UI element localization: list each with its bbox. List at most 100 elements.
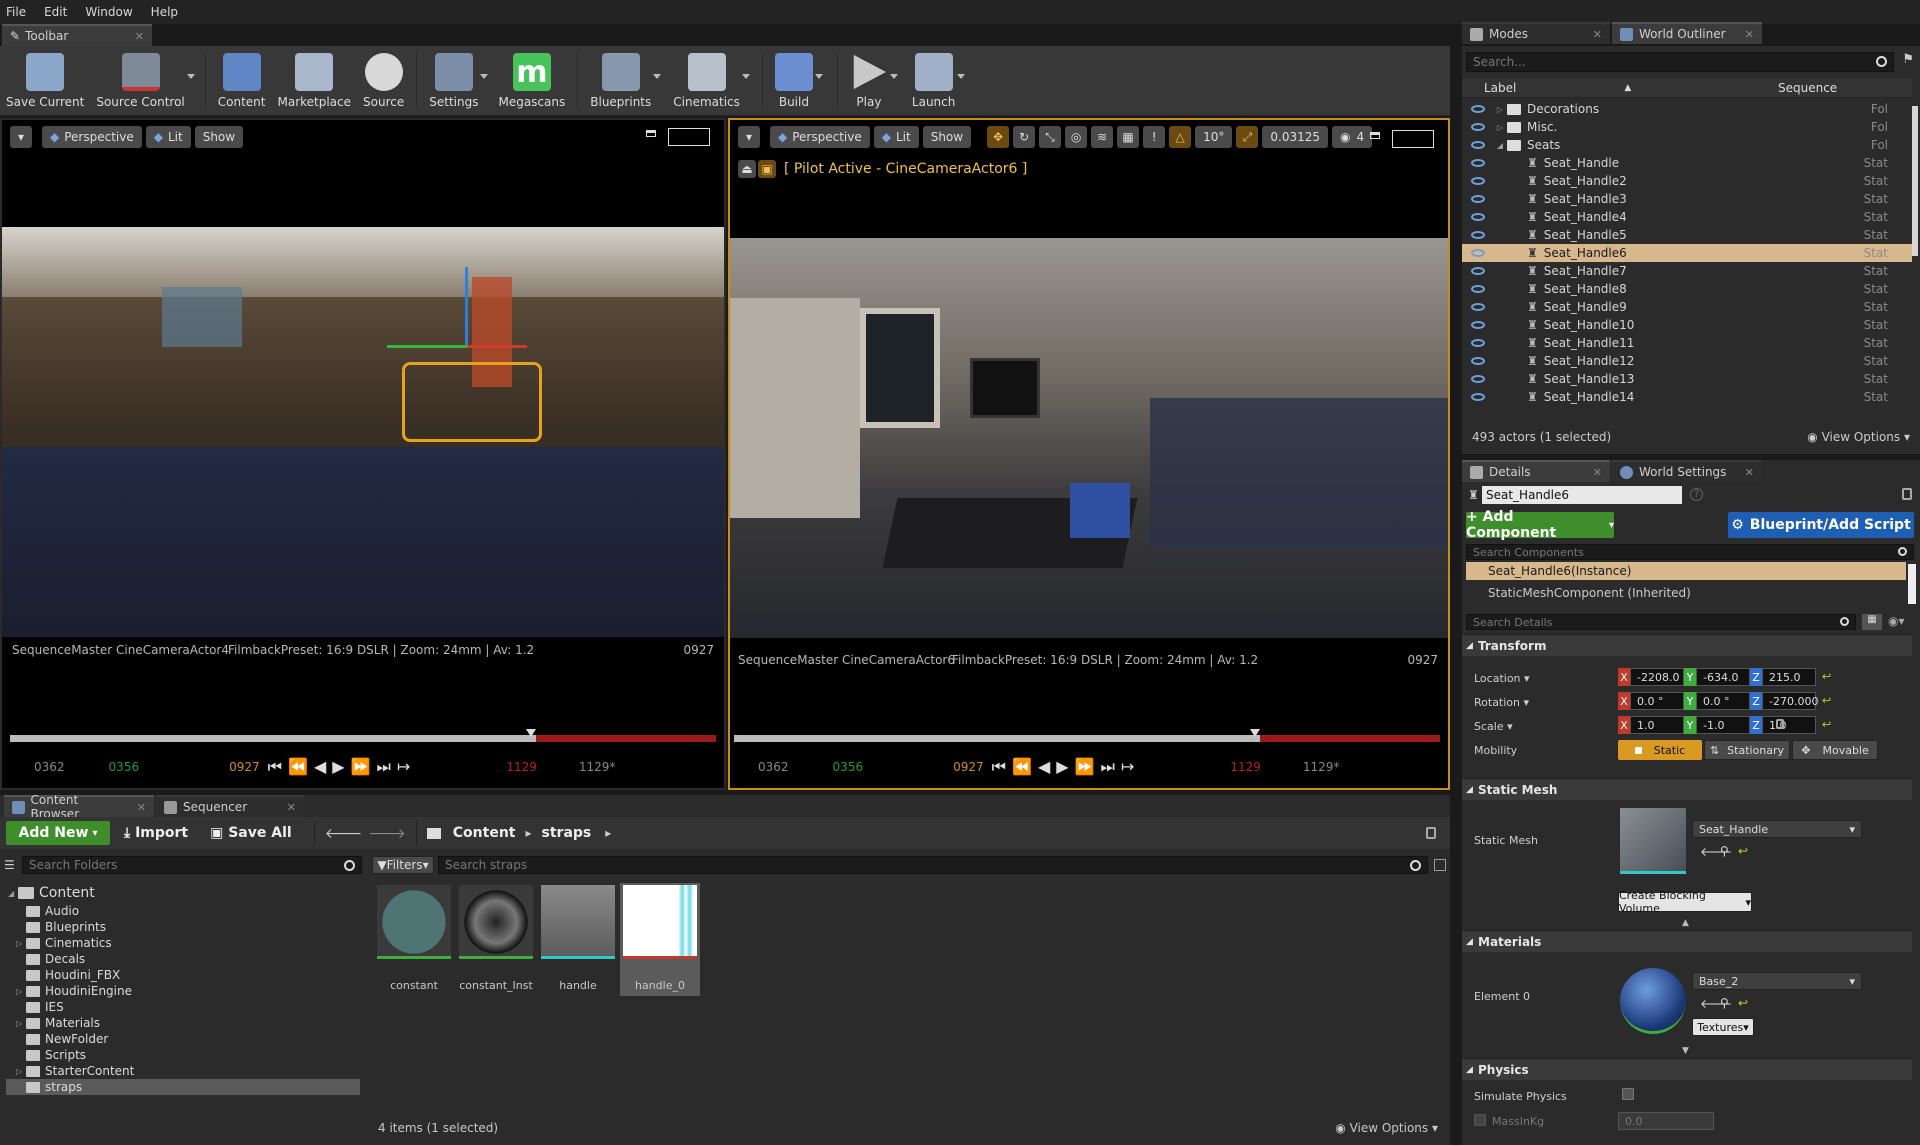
gizmo-z-axis[interactable] xyxy=(465,267,468,347)
build-button[interactable]: Build xyxy=(769,46,823,115)
save-all-button[interactable]: ▣ Save All xyxy=(210,825,292,841)
viewport-options-button[interactable]: ▾ xyxy=(10,126,32,148)
visibility-eye-icon[interactable] xyxy=(1471,177,1485,185)
expand-arrow-icon[interactable]: ▷ xyxy=(16,939,22,948)
mass-override-checkbox[interactable] xyxy=(1474,1114,1486,1126)
simulate-physics-checkbox[interactable] xyxy=(1622,1088,1634,1100)
outliner-row[interactable]: ♜ Seat_Handle5 Stat xyxy=(1462,226,1912,244)
mobility-static-button[interactable]: Static xyxy=(1618,740,1702,760)
visibility-eye-icon[interactable] xyxy=(1471,321,1485,329)
view-options-button[interactable]: ◉ View Options ▾ xyxy=(1807,430,1910,444)
close-icon[interactable]: ✕ xyxy=(1735,28,1754,41)
launch-button[interactable]: Launch xyxy=(906,46,966,115)
grid-size-icon[interactable]: ! xyxy=(1143,126,1166,148)
add-new-button[interactable]: Add New ▾ xyxy=(6,821,110,845)
lock-icon[interactable] xyxy=(1426,827,1436,839)
scale-snap-value[interactable]: 0.03125 xyxy=(1262,126,1328,148)
tab-sequencer[interactable]: Sequencer ✕ xyxy=(156,795,304,817)
folder-tree-item[interactable]: ◢ Content xyxy=(6,883,360,903)
viewport-options-button[interactable]: ▾ xyxy=(738,126,760,148)
folder-tree-item[interactable]: Decals xyxy=(6,951,360,967)
help-icon[interactable]: ? xyxy=(1690,488,1703,501)
timeline-track[interactable] xyxy=(10,735,716,742)
playhead-icon[interactable] xyxy=(1250,729,1260,737)
dropdown-arrow-icon[interactable] xyxy=(480,74,489,79)
outliner-row[interactable]: ♜ Seat_Handle7 Stat xyxy=(1462,262,1912,280)
transport-buttons-icon[interactable]: ⏮⏪◀▶⏩⏭↦ xyxy=(992,757,1141,777)
mobility-stationary-button[interactable]: ⇅ Stationary xyxy=(1704,740,1790,760)
component-instance-row[interactable]: Seat_Handle6(Instance) xyxy=(1466,562,1906,580)
outliner-row[interactable]: ♜ Seat_Handle6 Stat xyxy=(1462,244,1912,262)
folder-tree-item[interactable]: ▷ HoudiniEngine xyxy=(6,983,360,999)
view-end-frame[interactable]: 1129* xyxy=(1303,760,1340,774)
scale-z-input[interactable]: 1.0 xyxy=(1762,716,1816,734)
end-frame[interactable]: 1129 xyxy=(506,760,537,774)
viewport-left[interactable]: ▾ ◆ Perspective ◆ Lit Show SequenceMaster … xyxy=(0,118,726,790)
rotation-label[interactable]: Rotation ▾ xyxy=(1474,696,1529,709)
column-label[interactable]: Label xyxy=(1484,81,1516,95)
translate-tool-icon[interactable]: ✥ xyxy=(987,126,1010,148)
gizmo-y-axis[interactable] xyxy=(387,345,467,348)
search-details-input[interactable]: Search Details xyxy=(1466,614,1856,630)
close-icon[interactable]: ✕ xyxy=(125,30,144,43)
maximize-icon[interactable] xyxy=(646,130,656,137)
lock-icon[interactable] xyxy=(1902,488,1912,500)
reset-arrow-icon[interactable]: ↩ xyxy=(1822,694,1831,707)
content-button[interactable]: Content xyxy=(212,46,272,115)
maximize-icon[interactable] xyxy=(1370,132,1380,139)
tab-content-browser[interactable]: Content Browser ✕ xyxy=(4,793,154,821)
add-component-button[interactable]: + Add Component ▾ xyxy=(1466,509,1614,541)
playhead-icon[interactable] xyxy=(526,729,536,737)
outliner-row[interactable]: ♜ Seat_Handle9 Stat xyxy=(1462,298,1912,316)
dropdown-arrow-icon[interactable] xyxy=(814,74,823,79)
browse-icon[interactable]: ⚲ xyxy=(1720,844,1729,858)
visibility-eye-icon[interactable] xyxy=(1471,231,1485,239)
outliner-row[interactable]: ♜ Seat_Handle Stat xyxy=(1462,154,1912,172)
scale-y-input[interactable]: -1.0 xyxy=(1696,716,1750,734)
surface-snap-icon[interactable]: ≋ xyxy=(1091,126,1114,148)
scale-x-input[interactable]: 1.0 xyxy=(1630,716,1684,734)
camera-speed-button[interactable]: ◉ 4 xyxy=(1332,126,1373,148)
outliner-row[interactable]: ♜ Seat_Handle11 Stat xyxy=(1462,334,1912,352)
blueprints-button[interactable]: Blueprints xyxy=(584,46,662,115)
outliner-search-input[interactable]: Search... xyxy=(1466,52,1894,72)
search-folders-input[interactable]: Search Folders xyxy=(22,856,362,874)
rotation-snap-icon[interactable]: △ xyxy=(1169,126,1192,148)
visibility-eye-icon[interactable] xyxy=(1471,141,1485,149)
grid-snap-icon[interactable]: ▦ xyxy=(1117,126,1140,148)
dropdown-arrow-icon[interactable] xyxy=(889,74,898,79)
material-dropdown[interactable]: Base_2 ▾ xyxy=(1692,972,1862,990)
loc-z-input[interactable]: 215.0 xyxy=(1762,668,1816,686)
folder-tree-item[interactable]: IES xyxy=(6,999,360,1015)
tab-modes[interactable]: Modes ✕ xyxy=(1462,22,1610,44)
tab-world-settings[interactable]: World Settings ✕ xyxy=(1612,460,1762,482)
folder-tree-item[interactable]: Scripts xyxy=(6,1047,360,1063)
scale-tool-icon[interactable]: ⤡ xyxy=(1039,126,1062,148)
back-arrow-icon[interactable]: 🡐 xyxy=(325,825,363,842)
static-mesh-thumbnail[interactable] xyxy=(1620,808,1686,874)
expand-arrow-icon[interactable]: ◢ xyxy=(8,889,14,898)
visibility-eye-icon[interactable] xyxy=(1471,159,1485,167)
menu-file[interactable]: File xyxy=(6,5,26,19)
asset-tile[interactable]: constant_Inst xyxy=(456,883,536,996)
eject-pilot-icon[interactable]: ⏏ xyxy=(738,160,756,178)
filters-button[interactable]: ▼ Filters ▾ xyxy=(372,856,434,874)
start-frame[interactable]: 0362 xyxy=(34,760,65,774)
loc-y-input[interactable]: -634.0 xyxy=(1696,668,1750,686)
visibility-eye-icon[interactable] xyxy=(1471,393,1485,401)
view-end-frame[interactable]: 1129* xyxy=(579,760,616,774)
scale-snap-icon[interactable]: ⤢ xyxy=(1236,126,1259,148)
start-frame[interactable]: 0362 xyxy=(758,760,789,774)
visibility-eye-icon[interactable] xyxy=(1471,303,1485,311)
lit-button[interactable]: ◆ Lit xyxy=(873,126,919,148)
property-matrix-icon[interactable]: ▦ xyxy=(1862,614,1882,630)
transform-section-header[interactable]: ◢ Transform xyxy=(1462,634,1912,656)
perspective-button[interactable]: ◆ Perspective xyxy=(770,126,870,148)
dropdown-arrow-icon[interactable] xyxy=(186,74,195,79)
outliner-row[interactable]: ♜ Seat_Handle13 Stat xyxy=(1462,370,1912,388)
layout-icon[interactable] xyxy=(668,128,710,146)
transport-buttons-icon[interactable]: ⏮⏪◀▶⏩⏭↦ xyxy=(268,757,417,777)
blueprint-add-script-button[interactable]: ⚙ Blueprint/Add Script xyxy=(1728,512,1914,538)
dropdown-arrow-icon[interactable] xyxy=(741,74,750,79)
play-button[interactable]: Play xyxy=(844,46,898,115)
